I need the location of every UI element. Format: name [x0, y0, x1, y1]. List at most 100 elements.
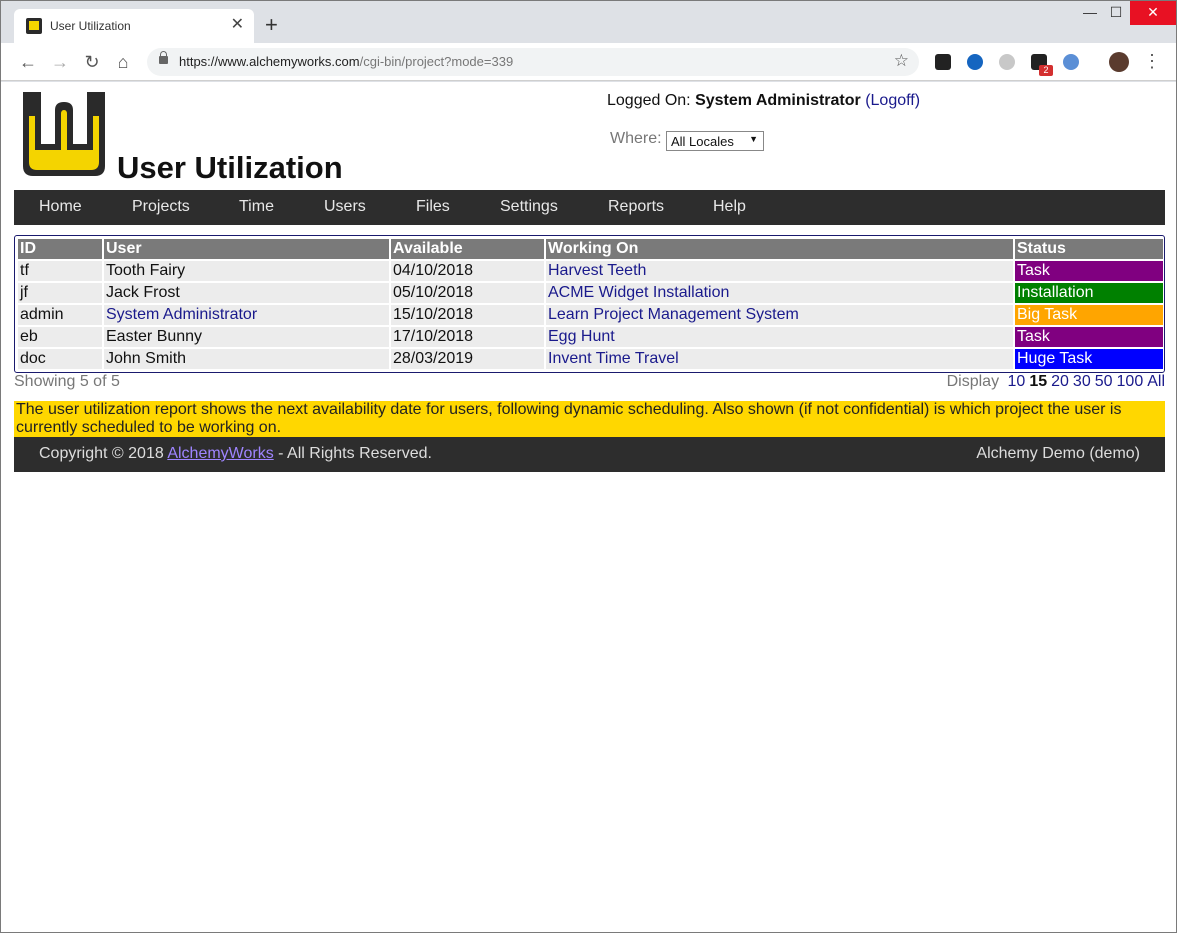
address-bar[interactable]: https://www.alchemyworks.com/cgi-bin/pro…: [147, 48, 919, 76]
footer: Copyright © 2018 AlchemyWorks - All Righ…: [14, 437, 1165, 472]
logged-on-label: Logged On:: [607, 92, 691, 109]
display-label: Display: [946, 373, 1000, 390]
cell-user: Tooth Fairy: [104, 261, 389, 281]
where-label: Where:: [610, 130, 662, 147]
back-arrow-icon[interactable]: ←: [17, 51, 39, 73]
cell-working-on[interactable]: Learn Project Management System: [546, 305, 1013, 325]
reload-icon[interactable]: ↻: [81, 51, 103, 73]
page-size-option[interactable]: 50: [1095, 373, 1113, 390]
cell-id: admin: [18, 305, 102, 325]
cell-user: Easter Bunny: [104, 327, 389, 347]
copyright: Copyright © 2018 AlchemyWorks - All Righ…: [39, 445, 432, 463]
url-host: https://www.alchemyworks.com: [179, 54, 360, 69]
column-header-status[interactable]: Status: [1015, 239, 1163, 259]
blackberry-extension-icon[interactable]: [935, 54, 951, 70]
table-row: tf Tooth Fairy 04/10/2018 Harvest Teeth Task: [18, 261, 1163, 281]
cell-status: Huge Task: [1015, 349, 1163, 369]
forward-arrow-icon[interactable]: →: [49, 51, 71, 73]
cell-available: 28/03/2019: [391, 349, 544, 369]
utilization-table: ID User Available Working On Status tf To…: [16, 237, 1165, 371]
browser-tab[interactable]: User Utilization ✕: [14, 9, 254, 43]
logoff-link[interactable]: Logoff: [871, 92, 915, 109]
browser-toolbar: ← → ↻ ⌂ https://www.alchemyworks.com/cgi…: [1, 43, 1176, 81]
page-size-option[interactable]: 30: [1073, 373, 1091, 390]
column-header-available[interactable]: Available: [391, 239, 544, 259]
logoff-close-paren: ): [914, 92, 921, 109]
page-title: User Utilization: [117, 150, 343, 185]
cell-status: Task: [1015, 327, 1163, 347]
info-banner: The user utilization report shows the ne…: [14, 401, 1165, 437]
nav-files[interactable]: Files: [416, 198, 450, 216]
table-body: tf Tooth Fairy 04/10/2018 Harvest Teeth Task…: [18, 261, 1163, 369]
minimize-button[interactable]: —: [1076, 1, 1104, 25]
cell-working-on[interactable]: Egg Hunt: [546, 327, 1013, 347]
page-size-option[interactable]: 10: [1008, 373, 1026, 390]
column-header-user[interactable]: User: [104, 239, 389, 259]
cell-id: tf: [18, 261, 102, 281]
locale-select[interactable]: All Locales ▼: [666, 131, 764, 151]
cell-working-on[interactable]: ACME Widget Installation: [546, 283, 1013, 303]
page-size-option[interactable]: 20: [1051, 373, 1069, 390]
extension-circle-icon[interactable]: [999, 54, 1015, 70]
extension-badge: 2: [1039, 65, 1053, 76]
nav-time[interactable]: Time: [239, 198, 274, 216]
profile-avatar-icon[interactable]: [1109, 52, 1129, 72]
browser-window: User Utilization ✕ + — ☐ ✕ ← → ↻ ⌂ https…: [0, 0, 1177, 933]
cell-working-on[interactable]: Harvest Teeth: [546, 261, 1013, 281]
globe-extension-icon[interactable]: [1063, 54, 1079, 70]
page-size-option[interactable]: All: [1147, 373, 1165, 390]
browser-menu-icon[interactable]: ⋮: [1143, 51, 1161, 72]
table-row: admin System Administrator 15/10/2018 Learn…: [18, 305, 1163, 325]
alchemyworks-logo: [23, 92, 105, 176]
page-size-option: 15: [1029, 373, 1048, 390]
page-size-selector: Display 10 15 20 30 50 100 All: [947, 373, 1165, 391]
tab-close-icon[interactable]: ✕: [231, 15, 244, 35]
cell-id: jf: [18, 283, 102, 303]
tab-strip: User Utilization ✕ + — ☐ ✕: [1, 1, 1176, 43]
nav-projects[interactable]: Projects: [132, 198, 190, 216]
column-header-working-on[interactable]: Working On: [546, 239, 1013, 259]
cell-id: eb: [18, 327, 102, 347]
nav-settings[interactable]: Settings: [500, 198, 558, 216]
page-size-option[interactable]: 100: [1117, 373, 1144, 390]
close-window-button[interactable]: ✕: [1130, 1, 1176, 25]
locale-selected-value: All Locales: [671, 134, 734, 149]
lock-icon[interactable]: [159, 51, 168, 64]
demo-label: Alchemy Demo (demo): [976, 445, 1140, 462]
main-nav: Home Projects Time Users Files Settings …: [14, 190, 1165, 225]
url-text[interactable]: https://www.alchemyworks.com/cgi-bin/pro…: [179, 54, 513, 69]
utilization-table-frame: ID User Available Working On Status tf To…: [14, 235, 1165, 373]
url-path: /cgi-bin/project?mode=339: [359, 54, 514, 69]
cell-id: doc: [18, 349, 102, 369]
nav-home[interactable]: Home: [39, 198, 82, 216]
cell-user[interactable]: System Administrator: [104, 305, 389, 325]
dropdown-arrow-icon: ▼: [749, 134, 758, 144]
table-row: eb Easter Bunny 17/10/2018 Egg Hunt Task: [18, 327, 1163, 347]
column-header-id[interactable]: ID: [18, 239, 102, 259]
table-row: doc John Smith 28/03/2019 Invent Time Trave…: [18, 349, 1163, 369]
cell-available: 05/10/2018: [391, 283, 544, 303]
maximize-button[interactable]: ☐: [1102, 1, 1130, 25]
nav-help[interactable]: Help: [713, 198, 746, 216]
cell-available: 15/10/2018: [391, 305, 544, 325]
login-status: Logged On: System Administrator (Logoff): [607, 92, 920, 110]
alchemyworks-link[interactable]: AlchemyWorks: [167, 445, 273, 462]
new-tab-button[interactable]: +: [265, 14, 278, 36]
nav-users[interactable]: Users: [324, 198, 366, 216]
cell-status: Installation: [1015, 283, 1163, 303]
alchemyworks-logo-icon: [26, 18, 42, 34]
bookmark-star-icon[interactable]: ☆: [894, 51, 909, 71]
table-row: jf Jack Frost 05/10/2018 ACME Widget Instal…: [18, 283, 1163, 303]
showing-count: Showing 5 of 5: [14, 373, 120, 390]
extension-c-icon[interactable]: [967, 54, 983, 70]
logged-user-name: System Administrator: [695, 92, 861, 109]
cell-working-on[interactable]: Invent Time Travel: [546, 349, 1013, 369]
cell-user: John Smith: [104, 349, 389, 369]
cell-available: 04/10/2018: [391, 261, 544, 281]
home-icon[interactable]: ⌂: [112, 51, 134, 73]
tab-title: User Utilization: [50, 19, 131, 33]
cell-status: Task: [1015, 261, 1163, 281]
page-content: User Utilization Logged On: System Admin…: [1, 82, 1176, 932]
cell-status: Big Task: [1015, 305, 1163, 325]
nav-reports[interactable]: Reports: [608, 198, 664, 216]
